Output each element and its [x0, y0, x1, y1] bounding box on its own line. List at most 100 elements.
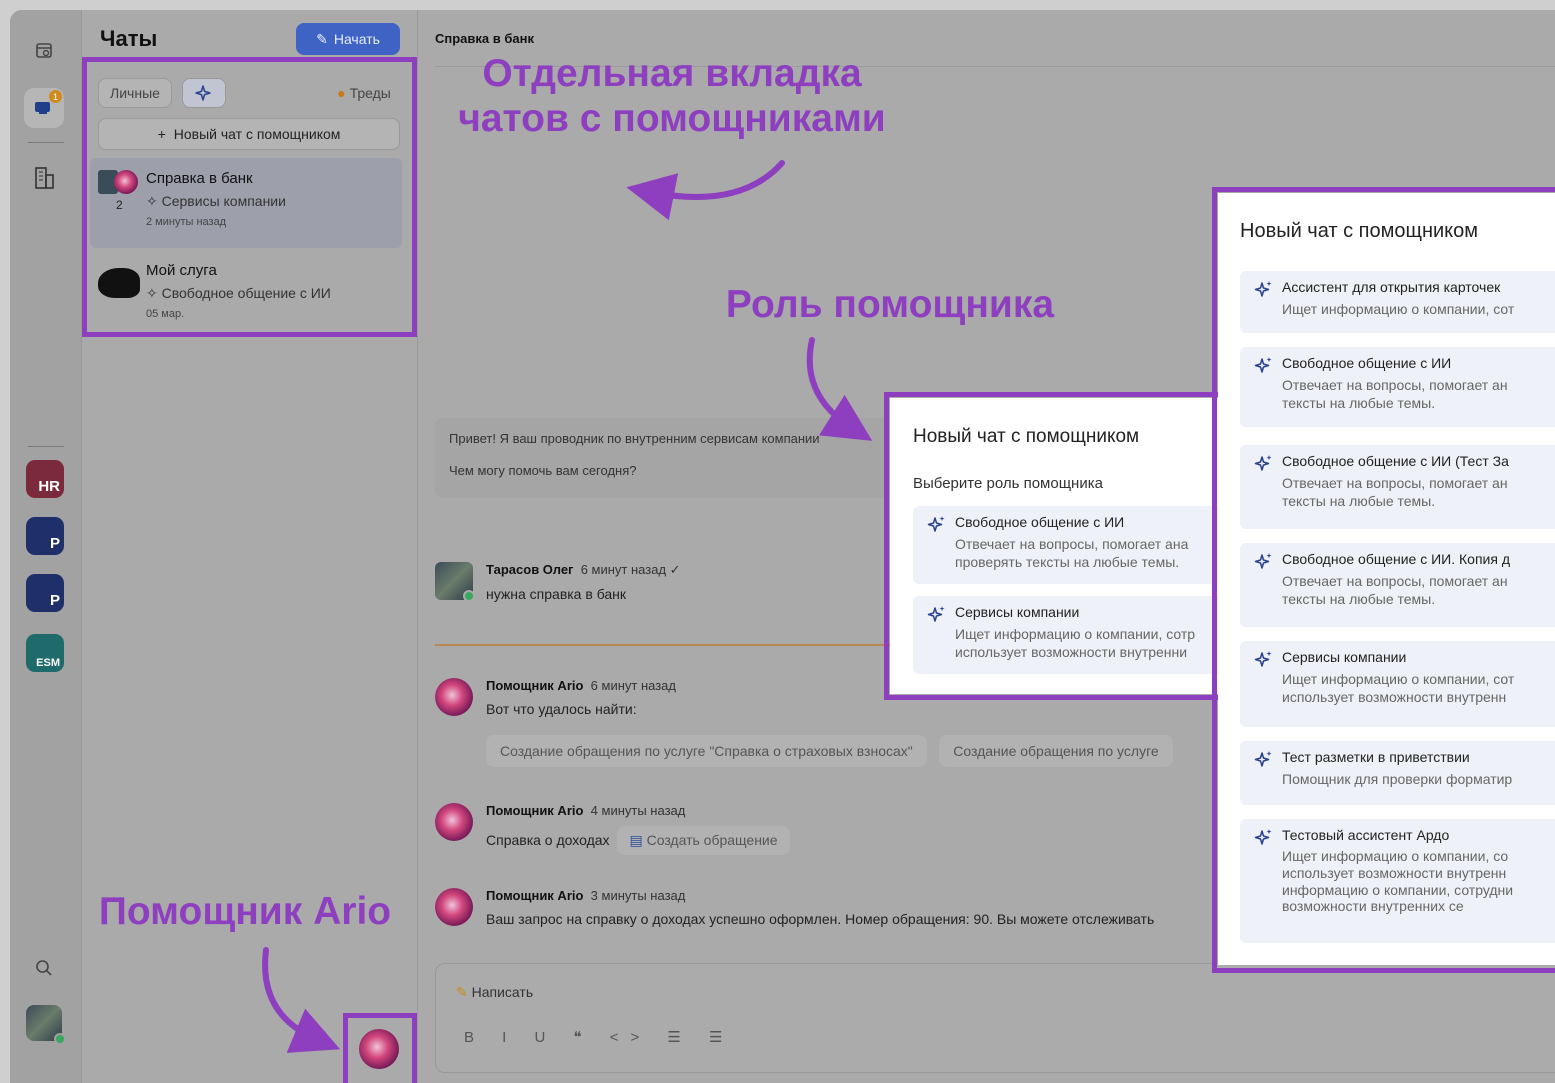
role-name: Тестовый ассистент Ардо	[1282, 827, 1450, 843]
building-icon[interactable]	[24, 158, 64, 198]
hr-app-label: HR	[38, 478, 60, 495]
role-name: Тест разметки в приветствии	[1282, 749, 1470, 765]
chat-tabs: Личные ● Треды	[98, 78, 402, 112]
chats-icon[interactable]: 1	[24, 88, 64, 128]
sparkle-icon	[1254, 281, 1272, 297]
message-time: 4 минуты назад	[590, 803, 686, 818]
sparkle-icon	[1254, 357, 1272, 373]
sparkle-icon	[927, 606, 945, 622]
role-description: Ищет информацию о компании, сот использу…	[1282, 671, 1515, 706]
greeting-message: Привет! Я ваш проводник по внутренним се…	[435, 418, 905, 498]
document-icon: ▤	[629, 832, 643, 848]
role-description: Отвечает на вопросы, помогает ана провер…	[955, 536, 1189, 571]
sparkle-icon: ✧	[146, 285, 158, 301]
role-option[interactable]: Свободное общение с ИИ Отвечает на вопро…	[1240, 347, 1555, 427]
chat-title: Справка в банк	[435, 31, 534, 46]
role-description: Помощник для проверки форматир	[1282, 771, 1513, 787]
role-option[interactable]: Ассистент для открытия карточек Ищет инф…	[1240, 271, 1555, 333]
role-description: Ищет информацию о компании, сотр использ…	[955, 626, 1196, 661]
p-app-icon[interactable]: P	[26, 517, 64, 555]
plus-icon: +	[157, 126, 166, 142]
message-author: Помощник Ario	[486, 803, 584, 818]
tab-personal[interactable]: Личные	[98, 78, 172, 108]
role-description: Отвечает на вопросы, помогает ан тексты …	[1282, 377, 1508, 412]
hr-app-icon[interactable]: HR	[26, 460, 64, 498]
esm-app-icon[interactable]: ESM	[26, 634, 64, 672]
chat-item[interactable]: Мой слуга ✧ Свободное общение с ИИ 05 ма…	[90, 250, 402, 336]
read-check-icon: ✓	[669, 562, 681, 577]
p-app-label: P	[49, 535, 60, 552]
message-time: 6 минут назад	[580, 562, 667, 577]
role-option[interactable]: Сервисы компании Ищет информацию о компа…	[913, 596, 1220, 674]
formatting-toolbar[interactable]: B I U ❝ <> ☰ ☰	[464, 1028, 735, 1046]
role-option[interactable]: Тест разметки в приветствии Помощник для…	[1240, 741, 1555, 805]
role-name: Сервисы компании	[1282, 649, 1407, 665]
composer-placeholder-text: Написать	[471, 984, 534, 1000]
start-chat-label: Начать	[333, 31, 380, 47]
chat-role-label: Сервисы компании	[161, 193, 286, 209]
tab-assistants[interactable]	[182, 78, 226, 108]
chat-name: Мой слуга	[146, 262, 217, 279]
chat-name: Справка в банк	[146, 170, 253, 187]
greeting-line-2: Чем могу помочь вам сегодня?	[449, 463, 637, 479]
message-author: Помощник Ario	[486, 888, 584, 903]
assistant-avatar	[435, 678, 473, 716]
message-composer[interactable]: ✎ Написать B I U ❝ <> ☰ ☰	[435, 963, 1555, 1073]
ario-assistant-button[interactable]	[359, 1029, 399, 1069]
role-description: Ищет информацию о компании, сот	[1282, 301, 1515, 317]
threads-dot-icon: ●	[337, 85, 346, 101]
online-status-icon	[54, 1033, 66, 1045]
suggestion-chip[interactable]: Создание обращения по услуге	[939, 735, 1173, 767]
left-rail: 1 HR P P ESM	[10, 10, 82, 1083]
tab-threads-label: Треды	[349, 85, 391, 101]
pencil-icon: ✎	[456, 984, 468, 1000]
p-app-icon-2[interactable]: P	[26, 574, 64, 612]
role-option[interactable]: Свободное общение с ИИ. Копия д Отвечает…	[1240, 543, 1555, 627]
message-time: 3 минуты назад	[590, 888, 686, 903]
role-description: Отвечает на вопросы, помогает ан тексты …	[1282, 475, 1508, 510]
role-option[interactable]: Свободное общение с ИИ (Тест За Отвечает…	[1240, 445, 1555, 529]
sparkle-icon	[1254, 829, 1272, 845]
create-request-label: Создать обращение	[646, 832, 778, 848]
chat-time: 05 мар.	[146, 308, 185, 320]
ario-annotation: Помощник Ario	[98, 890, 392, 933]
search-icon[interactable]	[24, 948, 64, 988]
role-name: Свободное общение с ИИ (Тест За	[1282, 453, 1509, 469]
popup-title: Новый чат с помощником	[913, 426, 1140, 447]
role-name: Свободное общение с ИИ	[955, 514, 1125, 530]
new-chat-icon: ✎	[316, 30, 328, 47]
create-request-button[interactable]: ▤ Создать обращение	[617, 826, 790, 855]
chat-role: ✧ Свободное общение с ИИ	[146, 285, 402, 302]
rail-divider	[28, 142, 64, 143]
panel-title: Чаты	[100, 26, 158, 51]
tab-annotation: Отдельная вкладка чатов с помощниками	[458, 52, 886, 140]
role-option[interactable]: Тестовый ассистент Ардо Ищет информацию …	[1240, 819, 1555, 943]
role-description: Отвечает на вопросы, помогает ан тексты …	[1282, 573, 1508, 608]
role-option[interactable]: Свободное общение с ИИ Отвечает на вопро…	[913, 506, 1220, 584]
message-time: 6 минут назад	[590, 678, 676, 693]
role-popup-small: Новый чат с помощником Выберите роль пом…	[890, 398, 1220, 694]
composer-placeholder: ✎ Написать	[456, 984, 533, 1001]
role-name: Сервисы компании	[955, 604, 1080, 620]
calendar-icon[interactable]	[24, 30, 64, 70]
popup-title: Новый чат с помощником	[1240, 220, 1479, 242]
role-option[interactable]: Сервисы компании Ищет информацию о компа…	[1240, 641, 1555, 727]
sparkle-icon	[1254, 553, 1272, 569]
role-annotation: Роль помощника	[725, 283, 1055, 326]
popup-subtitle: Выберите роль помощника	[913, 475, 1103, 492]
start-chat-button[interactable]: ✎ Начать	[296, 23, 400, 55]
tab-personal-label: Личные	[110, 85, 160, 101]
tab-threads[interactable]: ● Треды	[326, 78, 402, 108]
sparkle-icon	[195, 85, 211, 101]
unread-badge: 1	[49, 90, 62, 103]
chat-item[interactable]: 2 Справка в банк ✧ Сервисы компании 2 ми…	[90, 158, 402, 248]
chat-time: 2 минуты назад	[146, 216, 227, 228]
new-assistant-chat-label: Новый чат с помощником	[173, 126, 341, 142]
new-assistant-chat-button[interactable]: + Новый чат с помощником	[98, 118, 400, 150]
suggestion-chip[interactable]: Создание обращения по услуге "Справка о …	[486, 735, 927, 767]
chat-role-label: Свободное общение с ИИ	[161, 285, 331, 301]
role-name: Свободное общение с ИИ. Копия д	[1282, 551, 1510, 567]
message-text-content: Справка о доходах	[486, 832, 610, 848]
chat-count: 2	[116, 198, 123, 212]
sparkle-icon	[927, 516, 945, 532]
